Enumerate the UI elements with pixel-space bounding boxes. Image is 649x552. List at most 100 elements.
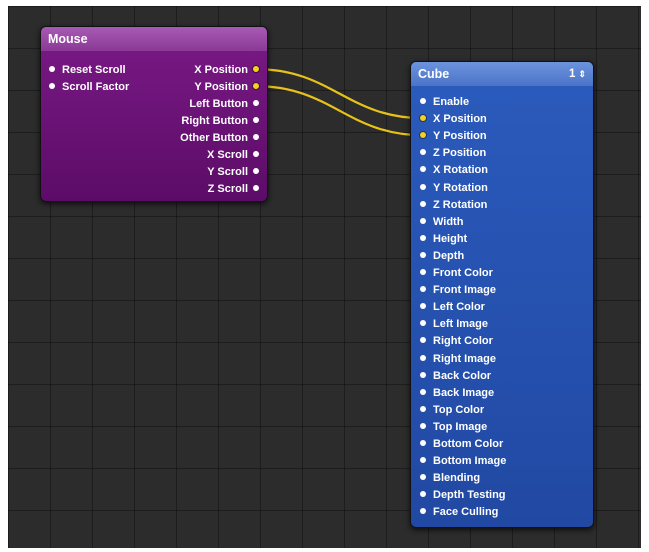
cube-input-back-image[interactable]: Back Image (420, 385, 494, 402)
mouse-node-title: Mouse (48, 32, 88, 46)
port-dot-icon[interactable] (49, 83, 55, 90)
cube-input-left-image[interactable]: Left Image (420, 316, 488, 333)
instance-stepper[interactable]: 1 ⇕ (569, 62, 586, 86)
mouse-patch-node[interactable]: Mouse Reset Scroll Scroll Factor X Posit… (40, 26, 268, 202)
port-dot-icon[interactable] (420, 183, 426, 190)
port-dot-icon[interactable] (420, 337, 426, 344)
cube-input-y-position[interactable]: Y Position (420, 128, 487, 145)
port-dot-icon[interactable] (420, 491, 426, 498)
cube-patch-node[interactable]: Cube 1 ⇕ Enable X Position Y Position Z Posi… (410, 61, 594, 528)
port-dot-icon[interactable] (253, 83, 259, 90)
port-dot-icon[interactable] (253, 168, 259, 175)
port-label: Reset Scroll (62, 64, 126, 76)
cube-input-right-image[interactable]: Right Image (420, 351, 496, 368)
mouse-node-header[interactable]: Mouse (41, 27, 267, 51)
port-dot-icon[interactable] (420, 286, 426, 293)
port-label: X Position (194, 64, 248, 76)
mouse-output-x-position[interactable]: X Position (194, 62, 259, 79)
port-label: Front Color (433, 267, 493, 279)
port-dot-icon[interactable] (253, 117, 259, 124)
cube-input-depth[interactable]: Depth (420, 248, 464, 265)
port-label: Left Button (189, 98, 248, 110)
cube-input-front-image[interactable]: Front Image (420, 282, 496, 299)
port-label: Z Rotation (433, 198, 488, 211)
port-dot-icon[interactable] (420, 115, 426, 122)
port-dot-icon[interactable] (420, 132, 426, 139)
cube-input-depth-testing[interactable]: Depth Testing (420, 487, 506, 504)
port-dot-icon[interactable] (420, 405, 426, 412)
mouse-output-other-button[interactable]: Other Button (180, 130, 259, 147)
port-label: Y Position (194, 81, 248, 93)
port-dot-icon[interactable] (420, 508, 426, 515)
cube-input-top-image[interactable]: Top Image (420, 419, 487, 436)
port-dot-icon[interactable] (253, 151, 259, 158)
port-dot-icon[interactable] (420, 234, 426, 241)
mouse-input-reset-scroll[interactable]: Reset Scroll (49, 62, 126, 79)
port-label: Face Culling (433, 506, 499, 519)
port-label: Depth (433, 249, 465, 262)
cube-input-z-position[interactable]: Z Position (420, 145, 486, 162)
port-dot-icon[interactable] (420, 251, 426, 258)
port-dot-icon[interactable] (420, 149, 426, 156)
port-dot-icon[interactable] (49, 66, 55, 73)
cube-input-bottom-image[interactable]: Bottom Image (420, 453, 506, 470)
mouse-output-z-scroll[interactable]: Z Scroll (208, 181, 259, 198)
port-dot-icon[interactable] (420, 457, 426, 464)
cube-input-top-color[interactable]: Top Color (420, 402, 484, 419)
port-label: Enable (433, 96, 470, 108)
cube-input-y-rotation[interactable]: Y Rotation (420, 180, 488, 197)
port-dot-icon[interactable] (420, 422, 426, 429)
port-dot-icon[interactable] (420, 98, 426, 105)
cube-input-x-rotation[interactable]: X Rotation (420, 162, 488, 179)
port-dot-icon[interactable] (253, 66, 259, 73)
port-label: Y Position (433, 130, 487, 143)
port-dot-icon[interactable] (420, 371, 426, 378)
stepper-arrows-icon[interactable]: ⇕ (578, 69, 586, 79)
port-dot-icon[interactable] (420, 388, 426, 395)
port-label: Width (433, 215, 464, 228)
mouse-output-y-scroll[interactable]: Y Scroll (207, 164, 259, 181)
cube-input-face-culling[interactable]: Face Culling (420, 504, 498, 521)
cube-input-right-color[interactable]: Right Color (420, 333, 493, 350)
cube-input-enable[interactable]: Enable (420, 94, 469, 111)
mouse-output-right-button[interactable]: Right Button (181, 113, 259, 130)
mouse-input-scroll-factor[interactable]: Scroll Factor (49, 79, 129, 96)
port-dot-icon[interactable] (420, 200, 426, 207)
port-dot-icon[interactable] (420, 474, 426, 481)
port-label: Back Image (433, 386, 495, 399)
port-dot-icon[interactable] (420, 217, 426, 224)
port-dot-icon[interactable] (253, 100, 259, 107)
cube-node-header[interactable]: Cube 1 ⇕ (411, 62, 593, 86)
port-label: Left Color (433, 301, 485, 314)
port-dot-icon[interactable] (420, 354, 426, 361)
port-dot-icon[interactable] (420, 440, 426, 447)
cube-input-z-rotation[interactable]: Z Rotation (420, 197, 487, 214)
cube-input-left-color[interactable]: Left Color (420, 299, 485, 316)
port-dot-icon[interactable] (420, 320, 426, 327)
port-dot-icon[interactable] (253, 185, 259, 192)
port-label: Left Image (433, 318, 489, 331)
port-label: X Rotation (433, 164, 488, 177)
port-label: Other Button (180, 132, 248, 144)
cube-input-x-position[interactable]: X Position (420, 111, 487, 128)
port-label: Back Color (433, 369, 492, 382)
port-label: Z Position (433, 147, 487, 160)
port-label: Right Color (433, 335, 493, 348)
port-dot-icon[interactable] (253, 134, 259, 141)
port-label: Y Scroll (207, 166, 248, 178)
cube-node-title: Cube (418, 67, 450, 81)
port-label: Right Button (181, 115, 248, 127)
mouse-output-x-scroll[interactable]: X Scroll (207, 147, 259, 164)
port-dot-icon[interactable] (420, 303, 426, 310)
cube-input-width[interactable]: Width (420, 214, 463, 231)
cube-input-height[interactable]: Height (420, 231, 467, 248)
mouse-output-y-position[interactable]: Y Position (194, 79, 259, 96)
cube-input-bottom-color[interactable]: Bottom Color (420, 436, 503, 453)
cube-input-front-color[interactable]: Front Color (420, 265, 493, 282)
mouse-output-left-button[interactable]: Left Button (189, 96, 259, 113)
port-dot-icon[interactable] (420, 269, 426, 276)
cube-input-back-color[interactable]: Back Color (420, 368, 491, 385)
port-dot-icon[interactable] (420, 166, 426, 173)
cube-input-blending[interactable]: Blending (420, 470, 480, 487)
port-label: Y Rotation (433, 181, 488, 194)
